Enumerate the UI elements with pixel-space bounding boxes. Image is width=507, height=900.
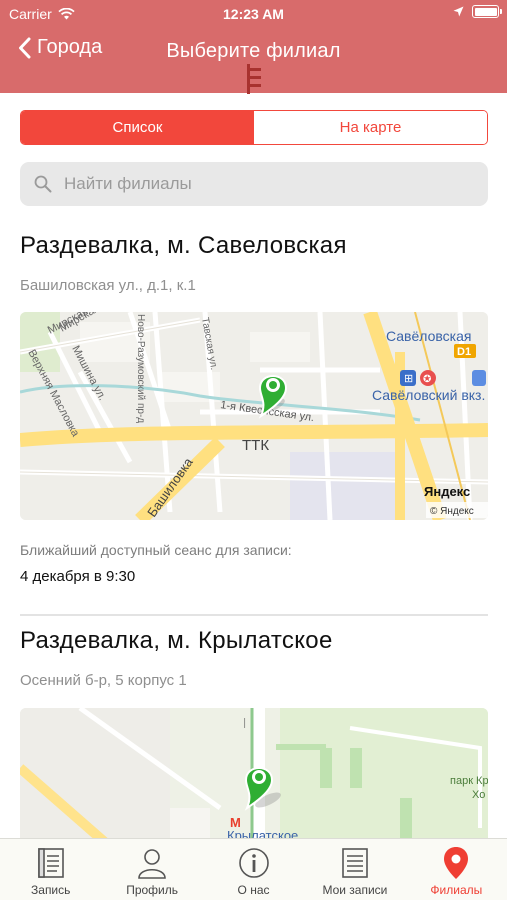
svg-text:⊞: ⊞ <box>404 373 413 385</box>
branch-map[interactable]: ⊞ ✪ Мирская Мирская Верхняя Масловка Миш… <box>20 312 488 520</box>
navigation-header: Carrier 12:23 AM Города Выберите филиал <box>0 0 507 94</box>
search-icon <box>34 175 52 193</box>
map-label-ring: ТТК <box>242 437 269 454</box>
profile-icon <box>138 849 166 879</box>
tab-about[interactable]: О нас <box>203 839 304 900</box>
page-title: Выберите филиал <box>166 40 341 62</box>
tab-my-bookings[interactable]: Мои записи <box>304 839 405 900</box>
branch-address: Башиловская ул., д.1, к.1 <box>20 277 196 294</box>
map-label-nr: Ново-Разумовский пр-д <box>135 314 146 423</box>
location-arrow-icon <box>453 6 464 17</box>
tab-profile[interactable]: Профиль <box>101 839 202 900</box>
map-label-station: Савёловский вкз. <box>372 387 485 403</box>
session-label: Ближайший доступный сеанс для записи: <box>20 542 292 558</box>
book-icon <box>37 848 64 878</box>
tab-label: Профиль <box>126 883 179 897</box>
svg-text:✪: ✪ <box>423 374 431 385</box>
yandex-logo: Яндекс <box>424 484 470 499</box>
battery-icon <box>472 5 502 18</box>
tab-label: Мои записи <box>322 883 388 897</box>
status-right <box>453 5 502 18</box>
tab-label: О нас <box>237 883 270 897</box>
search-input[interactable] <box>64 174 464 194</box>
info-icon <box>238 848 269 878</box>
map-copyright: © Яндекс <box>430 506 474 517</box>
search-bar <box>20 162 488 206</box>
location-pin-icon <box>444 847 469 879</box>
segment-map[interactable]: На карте <box>254 111 487 144</box>
tab-booking[interactable]: Запись <box>0 839 101 900</box>
screen: Carrier 12:23 AM Города Выберите филиал … <box>0 0 507 900</box>
view-mode-segmented-control: Список На карте <box>20 110 488 145</box>
branch-card[interactable]: Раздевалка, м. Крылатское Осенний б-р, 5… <box>20 627 488 900</box>
branch-divider <box>20 614 488 616</box>
session-value: 4 декабря в 9:30 <box>20 568 136 585</box>
branch-name: Раздевалка, м. Савеловская <box>20 232 347 259</box>
branch-address: Осенний б-р, 5 корпус 1 <box>20 672 187 689</box>
map-canvas: ⊞ ✪ Мирская Мирская Верхняя Масловка Миш… <box>20 312 488 520</box>
list-icon <box>342 848 368 878</box>
map-label-line: D1 <box>457 346 471 358</box>
map-label-metro: Савёловская <box>386 328 471 344</box>
map-label-park: парк Кр <box>450 775 488 787</box>
branch-name: Раздевалка, м. Крылатское <box>20 627 333 654</box>
tab-branches[interactable]: Филиалы <box>406 839 507 900</box>
segment-list[interactable]: Список <box>21 111 254 144</box>
tab-bar: Запись Профиль О нас Мои записи Филиалы <box>0 838 507 900</box>
status-bar: Carrier 12:23 AM <box>0 0 507 28</box>
branch-card[interactable]: Раздевалка, м. Савеловская Башиловская у… <box>20 232 488 585</box>
status-time: 12:23 AM <box>223 6 284 22</box>
map-label-street2: — <box>239 718 250 728</box>
hanger-logo-icon <box>247 64 261 94</box>
tab-label: Запись <box>31 883 71 897</box>
tab-label: Филиалы <box>430 883 483 897</box>
map-label-park2: Хо <box>472 789 485 801</box>
